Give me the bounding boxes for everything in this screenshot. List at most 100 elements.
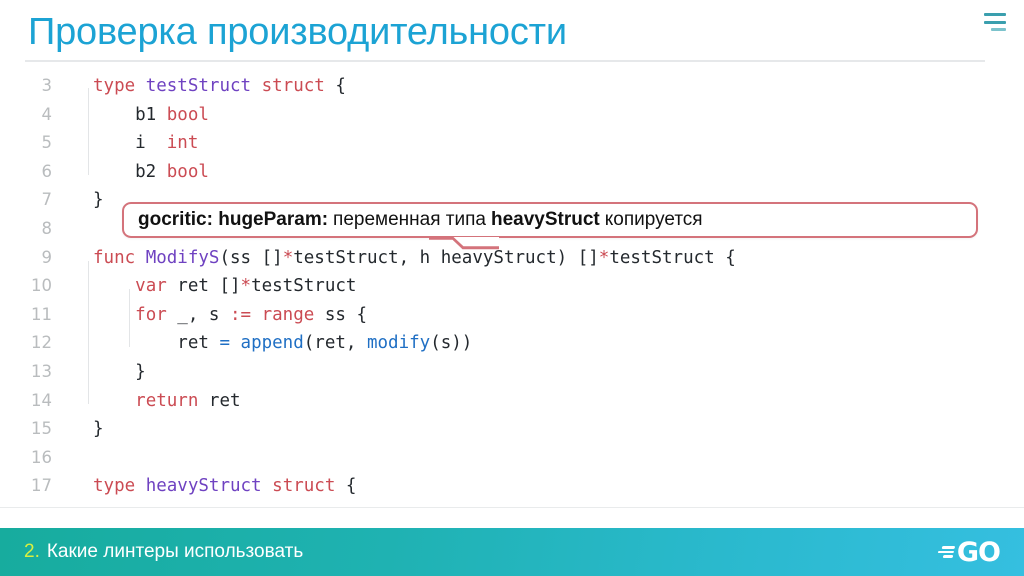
page-title: Проверка производительности (28, 11, 567, 53)
code-token: ss { (314, 304, 367, 325)
code-token: _, s (166, 304, 230, 325)
code-token: ModifyS (145, 247, 220, 268)
code-token: { (324, 76, 346, 96)
code-token: (ss [] (219, 247, 283, 268)
title-divider (25, 60, 985, 62)
code-token: (ret, (303, 333, 367, 354)
code-token: * (240, 276, 252, 297)
hamburger-icon-bar (984, 20, 1006, 24)
code-token: var (135, 276, 167, 297)
code-token: testStruct { (609, 247, 736, 268)
code-token: i (93, 133, 167, 154)
go-logo-text: GO (956, 536, 1001, 568)
footer-step-number: 2. (24, 541, 40, 562)
code-line-text: for _, s := range ss { (52, 301, 367, 330)
code-token: func (93, 247, 136, 268)
code-token: type (93, 476, 136, 497)
line-number: 4 (41, 104, 53, 124)
code-token: return (135, 390, 199, 411)
code-line: 16 (0, 444, 1024, 473)
code-line: 14 return ret (0, 387, 1024, 416)
code-line: 12 ret = append(ret, modify(s)) (0, 329, 1024, 358)
code-line: 4 b1 bool (0, 101, 1024, 130)
code-line-text: var ret []*testStruct (52, 272, 356, 301)
code-line: 3 type testStruct struct { (0, 72, 1024, 101)
line-number: 6 (41, 161, 53, 181)
code-token: b2 (93, 161, 167, 182)
go-speed-lines-icon (937, 546, 956, 558)
line-number: 12 (31, 333, 52, 353)
code-line-text: func ModifyS(ss []*testStruct, h heavySt… (52, 244, 736, 273)
code-line-text: b1 bool (52, 101, 209, 130)
callout-tail-icon (429, 237, 499, 251)
line-number: 14 (31, 390, 52, 410)
code-token: int (166, 133, 199, 154)
line-number: 8 (41, 218, 53, 238)
code-line-text: i int (52, 129, 198, 158)
hamburger-icon-bar (984, 13, 1006, 16)
slide-footer: 2. Какие линтеры использовать GO (0, 528, 1024, 576)
code-token: modify (366, 333, 431, 354)
line-number: 5 (41, 133, 53, 153)
code-token: range (261, 304, 315, 325)
callout-linter-label: gocritic: hugeParam: (138, 209, 329, 230)
code-line: 10 var ret []*testStruct (0, 272, 1024, 301)
code-token: * (598, 247, 610, 268)
code-line: 5 i int (0, 129, 1024, 158)
code-token: } (93, 419, 104, 440)
code-line-text: } (52, 415, 104, 444)
code-line: 9 func ModifyS(ss []*testStruct, h heavyS… (0, 244, 1024, 273)
code-token: (s)) (430, 333, 473, 354)
hamburger-icon-bar (991, 28, 1006, 31)
code-line-text: type testStruct struct { (52, 72, 346, 101)
code-line-text: } (52, 358, 146, 387)
callout-text-after: копируется (604, 209, 703, 230)
code-line-text: b2 bool (52, 158, 209, 187)
callout-emphasis: heavyStruct (490, 209, 600, 230)
code-line: 17 type heavyStruct struct { (0, 472, 1024, 501)
callout-text-before: переменная типа (333, 209, 486, 230)
line-number: 9 (41, 247, 53, 267)
line-number: 16 (31, 447, 52, 467)
code-token: append (240, 333, 304, 354)
code-token: ret (93, 333, 220, 354)
code-token: { (335, 476, 357, 497)
code-token: testStruct (251, 276, 357, 297)
code-line: 13 } (0, 358, 1024, 387)
linter-warning-callout: gocritic: hugeParam: переменная типа heavy… (122, 202, 978, 250)
code-bottom-divider (0, 507, 1024, 508)
line-number: 7 (41, 190, 53, 210)
code-line-text: return ret (52, 387, 241, 416)
line-number: 15 (31, 419, 52, 439)
code-token: = (219, 333, 230, 354)
code-token: for (135, 304, 167, 325)
code-token: } (93, 190, 104, 211)
line-number: 3 (41, 76, 53, 95)
code-token: := (229, 304, 252, 325)
code-token: type (93, 76, 136, 96)
code-block[interactable]: 3 type testStruct struct {4 b1 bool 5 i in… (0, 72, 1024, 507)
code-token: b1 (93, 104, 167, 125)
code-line: 15} (0, 415, 1024, 444)
code-token: struct (272, 476, 336, 497)
code-token: * (282, 247, 294, 268)
code-line-text: } (52, 186, 104, 215)
line-number: 10 (31, 276, 52, 296)
code-token: struct (261, 76, 325, 96)
line-number: 11 (31, 304, 52, 324)
code-token: bool (166, 104, 209, 125)
line-number: 17 (31, 476, 52, 496)
code-token: ret (198, 390, 241, 411)
code-line: 6 b2 bool (0, 158, 1024, 187)
hamburger-icon[interactable] (982, 13, 1006, 31)
go-logo: GO (937, 536, 1001, 568)
footer-section-label: Какие линтеры использовать (46, 541, 304, 562)
code-line-text: ret = append(ret, modify(s)) (52, 329, 472, 358)
